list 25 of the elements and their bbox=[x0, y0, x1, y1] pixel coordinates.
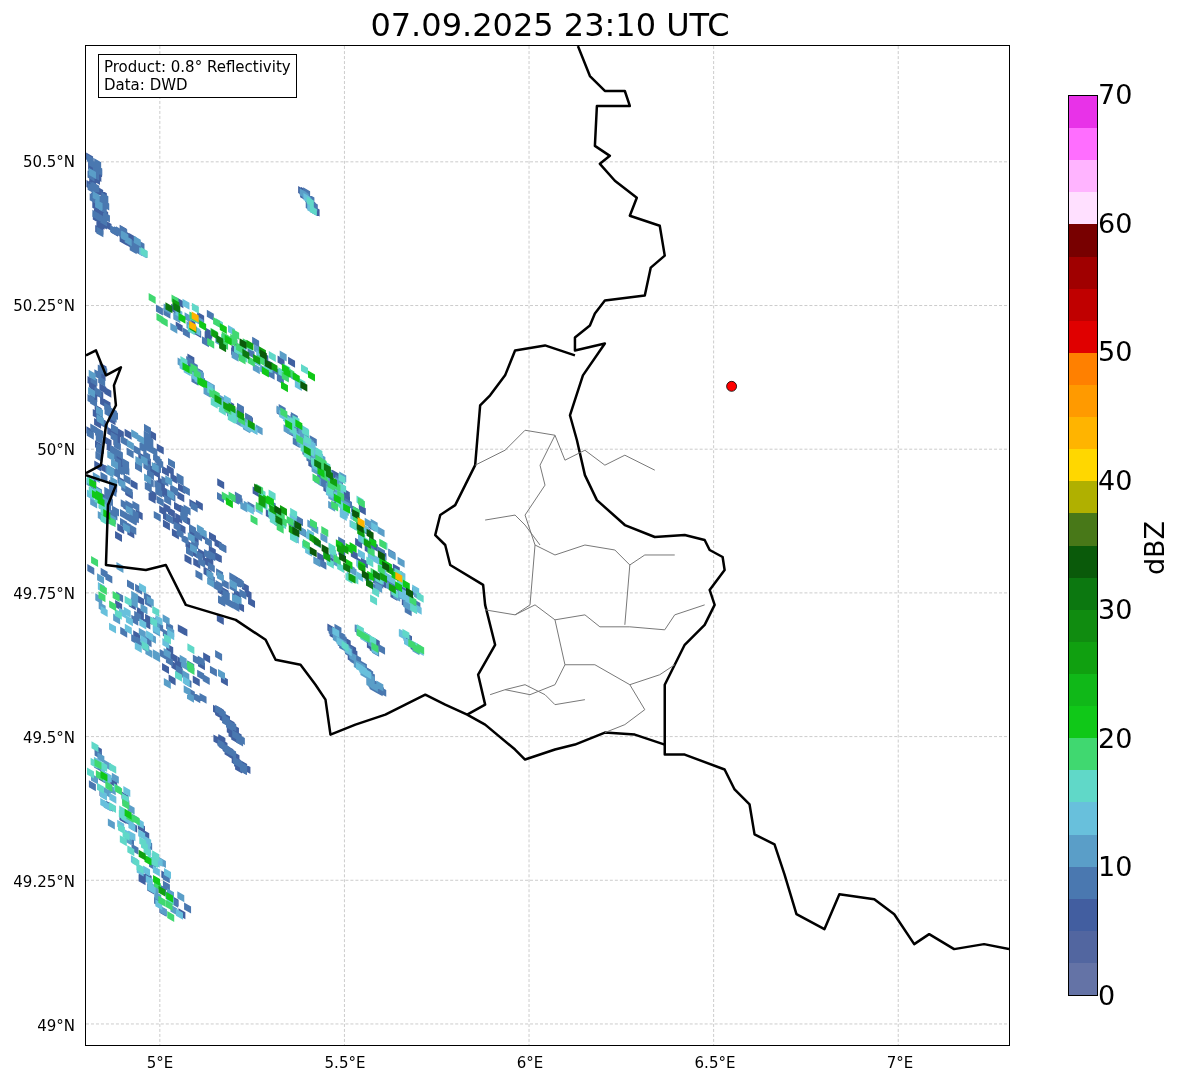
axis-tick-label: 49.25°N bbox=[13, 873, 75, 891]
colorbar-tick-label: 0 bbox=[1098, 981, 1116, 1011]
colorbar-tick-label: 50 bbox=[1098, 337, 1133, 368]
axis-tick-label: 50°N bbox=[37, 441, 75, 459]
colorbar-tick-label: 30 bbox=[1098, 594, 1133, 625]
colorbar-tick-label: 70 bbox=[1098, 80, 1133, 110]
colorbar-tick-label: 40 bbox=[1098, 466, 1133, 497]
location-marker bbox=[726, 380, 737, 392]
axis-tick-label: 49.5°N bbox=[22, 729, 75, 747]
axis-tick-label: 5.5°E bbox=[324, 1054, 366, 1072]
axis-tick-label: 5°E bbox=[146, 1054, 174, 1072]
axis-tick-label: 49.75°N bbox=[13, 585, 75, 603]
axis-tick-label: 49°N bbox=[37, 1017, 75, 1035]
axis-tick-label: 50.25°N bbox=[13, 297, 75, 315]
colorbar-tick-label: 60 bbox=[1098, 208, 1133, 239]
chart-title: 07.09.2025 23:10 UTC bbox=[369, 5, 731, 45]
colorbar-tick-label: 20 bbox=[1098, 723, 1133, 754]
colorbar-label: dBZ bbox=[1138, 520, 1170, 576]
axis-tick-label: 6°E bbox=[516, 1054, 544, 1072]
axis-tick-label: 7°E bbox=[886, 1054, 914, 1072]
legend-text: Product: 0.8° Reflectivity bbox=[104, 58, 291, 76]
legend-text: Data: DWD bbox=[104, 76, 189, 94]
axis-tick-label: 50.5°N bbox=[22, 153, 75, 171]
axis-tick-label: 6.5°E bbox=[694, 1054, 736, 1072]
colorbar-tick-label: 10 bbox=[1098, 852, 1133, 883]
